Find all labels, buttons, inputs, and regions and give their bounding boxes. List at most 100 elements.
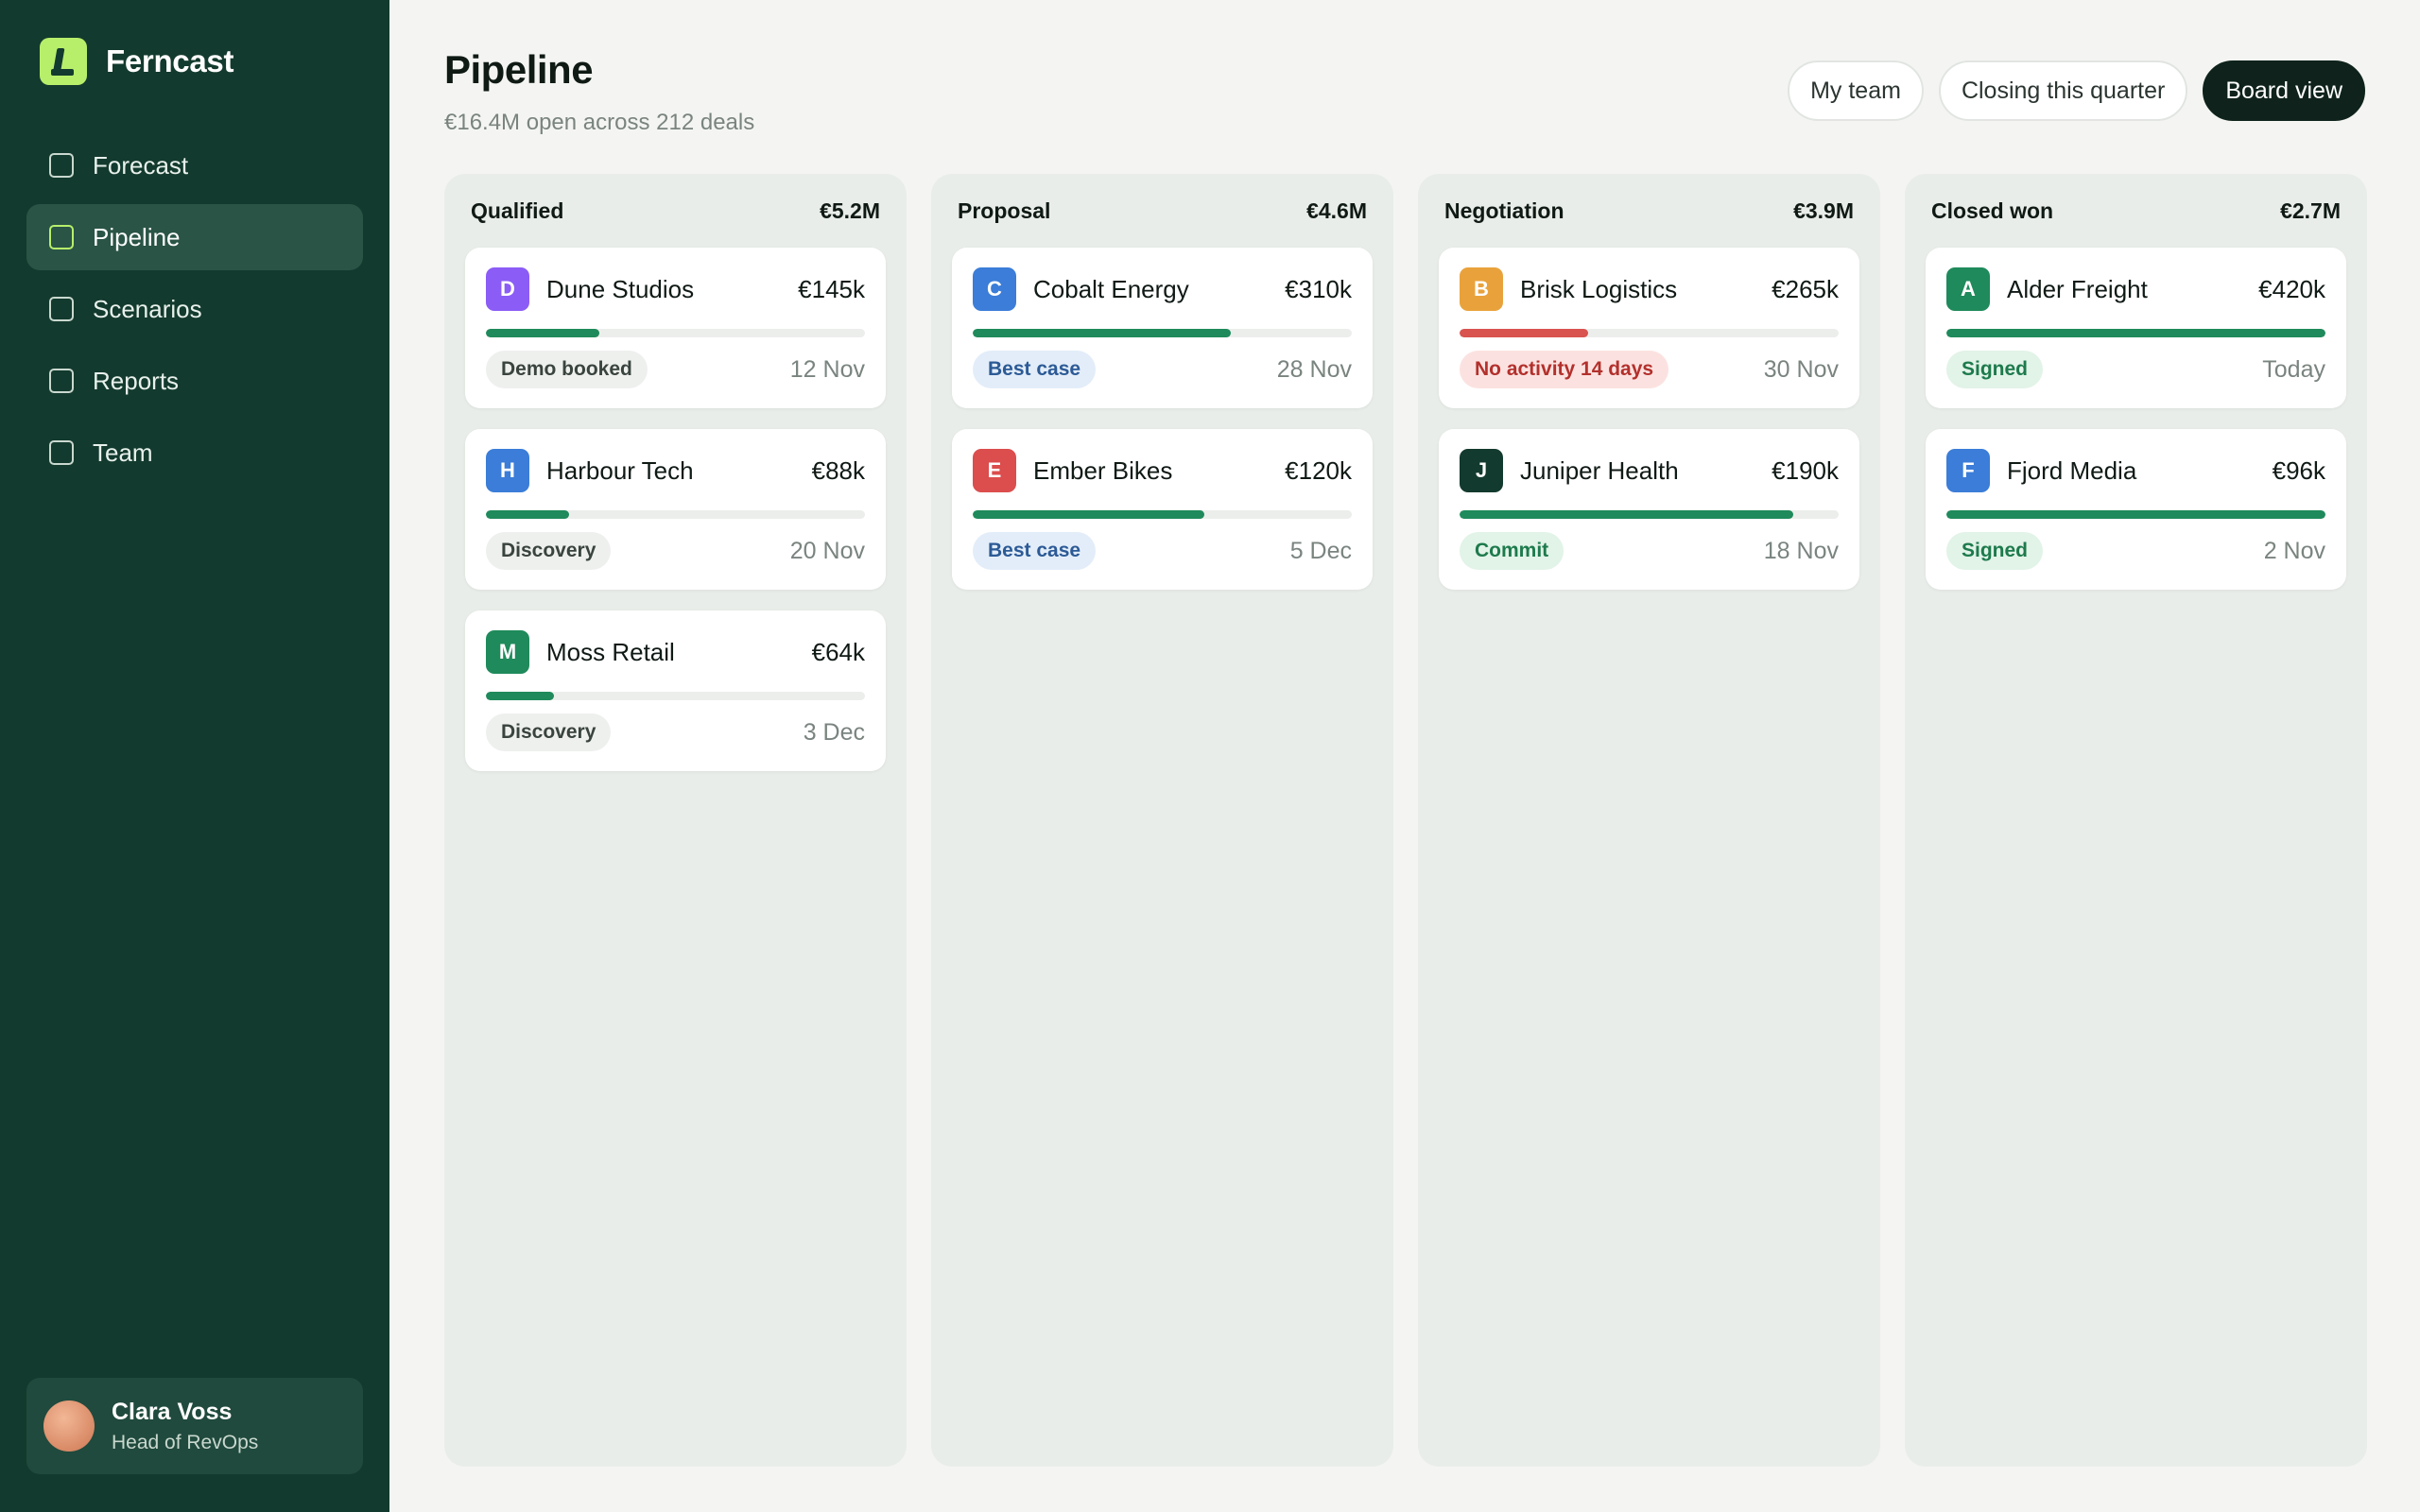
deal-progress-fill [1460, 510, 1793, 519]
column-total: €2.7M [2280, 198, 2341, 223]
deal-card[interactable]: E Ember Bikes €120k Best case 5 Dec [952, 429, 1373, 590]
deal-amount: €265k [1772, 274, 1839, 303]
deal-close-date: 12 Nov [789, 355, 865, 383]
deal-avatar: A [1946, 267, 1990, 311]
deal-card[interactable]: F Fjord Media €96k Signed 2 Nov [1926, 429, 2346, 590]
deal-avatar: H [486, 449, 529, 492]
deal-amount: €310k [1285, 274, 1352, 303]
closing-this-quarter-filter-button[interactable]: Closing this quarter [1938, 60, 2188, 121]
sidebar-item-scenarios[interactable]: Scenarios [26, 276, 363, 342]
status-badge: Best case [973, 351, 1097, 388]
sidebar: Ferncast Forecast Pipeline Scenarios Rep… [0, 0, 389, 1512]
deal-card[interactable]: D Dune Studios €145k Demo booked 12 Nov [465, 248, 886, 408]
column-title: Negotiation [1444, 198, 1564, 223]
column-total: €3.9M [1793, 198, 1854, 223]
sidebar-item-reports[interactable]: Reports [26, 348, 363, 414]
column-header: Closed won €2.7M [1926, 174, 2346, 248]
column-title: Qualified [471, 198, 564, 223]
deal-amount: €145k [798, 274, 865, 303]
deal-card-header: A Alder Freight €420k [1946, 266, 2325, 312]
status-badge: Best case [973, 532, 1097, 570]
board-view-button[interactable]: Board view [2203, 60, 2365, 121]
deal-name: Ember Bikes [1033, 455, 1173, 485]
sidebar-item-label: Team [93, 438, 153, 467]
user-profile-card[interactable]: Clara Voss Head of RevOps [26, 1378, 363, 1474]
deal-amount: €64k [811, 637, 865, 666]
deal-avatar: F [1946, 449, 1990, 492]
column-title: Proposal [958, 198, 1051, 223]
deal-close-date: 5 Dec [1289, 537, 1352, 564]
page-title: Pipeline [444, 47, 594, 92]
my-team-filter-button[interactable]: My team [1788, 60, 1924, 121]
deal-card[interactable]: A Alder Freight €420k Signed Today [1926, 248, 2346, 408]
deal-card[interactable]: C Cobalt Energy €310k Best case 28 Nov [952, 248, 1373, 408]
deal-card[interactable]: M Moss Retail €64k Discovery 3 Dec [465, 610, 886, 771]
deal-avatar: B [1460, 267, 1503, 311]
deal-avatar: C [973, 267, 1016, 311]
deal-progress-fill [486, 510, 570, 519]
deal-name: Harbour Tech [546, 455, 694, 485]
deal-card-footer: Discovery 20 Nov [486, 532, 865, 570]
deal-card[interactable]: H Harbour Tech €88k Discovery 20 Nov [465, 429, 886, 590]
deal-name: Cobalt Energy [1033, 274, 1189, 303]
scenarios-icon [49, 297, 74, 321]
deal-card-footer: Signed 2 Nov [1946, 532, 2325, 570]
user-role: Head of RevOps [112, 1431, 259, 1453]
ferncast-logo-icon [40, 38, 87, 85]
status-badge: Demo booked [486, 351, 648, 388]
user-name: Clara Voss [112, 1398, 233, 1425]
deal-card-header: C Cobalt Energy €310k [973, 266, 1352, 312]
deal-close-date: 2 Nov [2263, 537, 2325, 564]
deal-card-header: H Harbour Tech €88k [486, 448, 865, 493]
pipeline-icon [49, 225, 74, 249]
deal-name: Alder Freight [2007, 274, 2148, 303]
column-title: Closed won [1931, 198, 2054, 223]
deal-amount: €420k [2258, 274, 2325, 303]
deal-card-header: J Juniper Health €190k [1460, 448, 1839, 493]
deal-card-footer: Demo booked 12 Nov [486, 351, 865, 388]
brand[interactable]: Ferncast [40, 38, 233, 85]
page-subtitle: €16.4M open across 212 deals [444, 110, 755, 135]
deal-name: Juniper Health [1520, 455, 1679, 485]
deal-card-footer: Best case 5 Dec [973, 532, 1352, 570]
forecast-icon [49, 153, 74, 178]
deal-avatar: D [486, 267, 529, 311]
sidebar-item-team[interactable]: Team [26, 420, 363, 486]
deal-amount: €88k [811, 455, 865, 485]
deal-card-footer: Best case 28 Nov [973, 351, 1352, 388]
sidebar-item-pipeline[interactable]: Pipeline [26, 204, 363, 270]
column-negotiation: Negotiation €3.9M B Brisk Logistics €265k No … [1418, 174, 1880, 1467]
deal-card-header: M Moss Retail €64k [486, 629, 865, 675]
deal-progress-fill [1946, 329, 2325, 337]
avatar [43, 1400, 95, 1452]
deal-progress-bar [486, 510, 865, 519]
sidebar-item-label: Scenarios [93, 294, 202, 323]
deal-avatar: J [1460, 449, 1503, 492]
deal-card[interactable]: B Brisk Logistics €265k No activity 14 days… [1439, 248, 1859, 408]
deal-progress-fill [1460, 329, 1589, 337]
deal-card-header: D Dune Studios €145k [486, 266, 865, 312]
filter-bar: My team Closing this quarter Board view [1788, 60, 2365, 121]
deal-progress-fill [973, 510, 1204, 519]
deal-close-date: 3 Dec [803, 718, 865, 746]
sidebar-item-label: Reports [93, 366, 180, 395]
sidebar-item-forecast[interactable]: Forecast [26, 132, 363, 198]
deal-progress-bar [1460, 510, 1839, 519]
column-closed-won: Closed won €2.7M A Alder Freight €420k Signed… [1905, 174, 2367, 1467]
status-badge: Signed [1946, 532, 2044, 570]
deal-amount: €120k [1285, 455, 1352, 485]
reports-icon [49, 369, 74, 393]
deal-progress-fill [486, 692, 555, 700]
deal-card[interactable]: J Juniper Health €190k Commit 18 Nov [1439, 429, 1859, 590]
deal-avatar: E [973, 449, 1016, 492]
deal-progress-bar [1946, 510, 2325, 519]
deal-close-date: Today [2262, 355, 2325, 383]
deal-progress-bar [486, 692, 865, 700]
status-badge: Discovery [486, 532, 612, 570]
deal-progress-bar [1460, 329, 1839, 337]
deal-progress-bar [1946, 329, 2325, 337]
deal-close-date: 18 Nov [1763, 537, 1839, 564]
deal-amount: €190k [1772, 455, 1839, 485]
deal-avatar: M [486, 630, 529, 674]
deal-progress-fill [1946, 510, 2325, 519]
